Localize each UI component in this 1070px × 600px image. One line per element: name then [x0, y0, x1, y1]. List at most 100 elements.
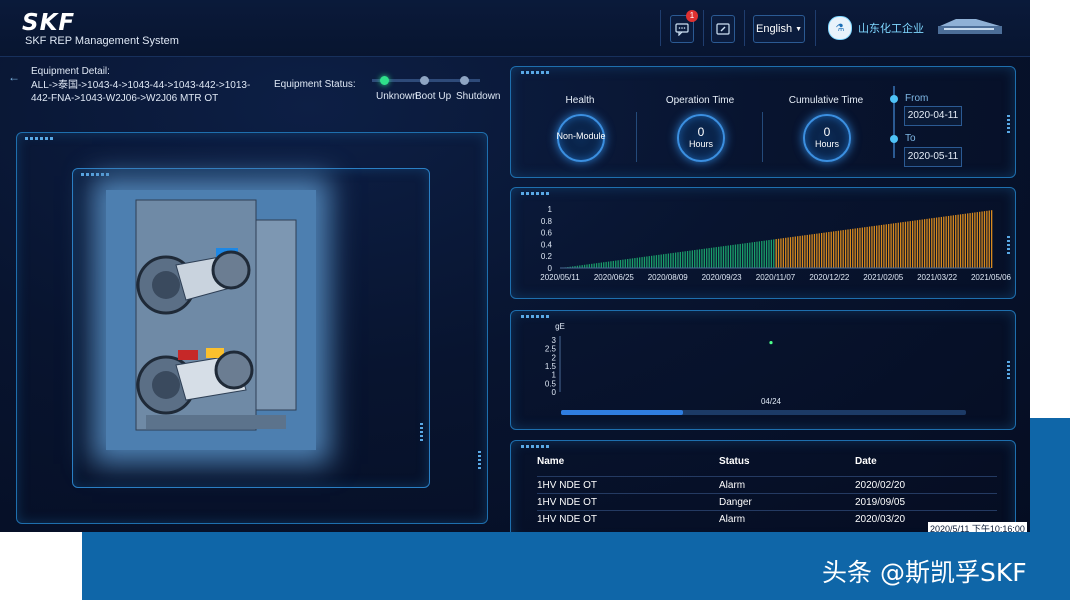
chart-bar-series-2 [902, 222, 904, 268]
equipment-3d-model[interactable] [106, 190, 316, 450]
y-tick-label: 0.6 [541, 229, 553, 238]
chart-bar-series-2 [923, 219, 926, 268]
chart-bar-series-1 [698, 249, 701, 268]
divider [660, 10, 661, 46]
status-dot-bootup [420, 76, 429, 85]
chart-bar-series-2 [856, 228, 859, 268]
edit-icon [716, 23, 730, 35]
panel-decoration [521, 71, 551, 74]
chart-bar-series-2 [959, 214, 962, 268]
chart-bar-series-2 [868, 226, 871, 268]
chart-bar-series-2 [775, 239, 777, 268]
y-axis-title: gE [555, 322, 565, 331]
trend-bar-chart[interactable]: 0 0.2 0.4 0.6 0.8 1 2020/05/11 2020/06/25 2020/0… [510, 187, 1014, 297]
chart-bar-series-1 [677, 252, 679, 268]
notification-badge: 1 [686, 10, 698, 22]
chart-bar-series-2 [849, 229, 852, 268]
chart-bar-series-2 [895, 223, 897, 268]
chart-bar-series-2 [840, 230, 842, 268]
chart-bar-series-1 [643, 256, 646, 268]
panel-decoration [420, 423, 423, 443]
message-button[interactable]: 1 [670, 10, 698, 43]
panel-decoration [478, 451, 481, 471]
cumulative-time-value: 0 [823, 125, 831, 139]
chart-bar-series-2 [955, 214, 957, 268]
chart-bar-series-2 [928, 218, 931, 268]
chart-bar-series-1 [710, 247, 713, 268]
y-tick-label: 2.5 [545, 345, 557, 354]
chart-bar-series-1 [658, 254, 660, 268]
chart-bar-series-1 [655, 255, 658, 268]
chart-bar-series-1 [765, 240, 768, 268]
chart-bar-series-2 [820, 232, 823, 268]
chart-bar-series-1 [653, 255, 655, 268]
chart-bar-series-1 [763, 240, 765, 268]
chart-bar-series-2 [933, 217, 935, 268]
equipment-detail-label: Equipment Detail: [31, 66, 110, 77]
back-arrow-icon[interactable]: ← [8, 70, 20, 84]
chart-bar-series-2 [782, 238, 784, 268]
chart-bar-series-1 [622, 259, 624, 268]
chart-bar-series-2 [911, 220, 914, 268]
chart-bar-series-2 [835, 231, 837, 268]
chart-bar-series-2 [909, 221, 911, 268]
chart-bar-series-1 [603, 262, 605, 268]
chart-bar-series-2 [878, 225, 880, 268]
company-switcher[interactable]: ⚗ 山东化工企业 [828, 16, 924, 40]
chart-bar-series-2 [797, 236, 799, 268]
from-date-input[interactable]: 2020-04-11 [904, 106, 962, 126]
cell-status: Alarm [719, 479, 746, 491]
message-icon [675, 23, 689, 36]
to-date-input[interactable]: 2020-05-11 [904, 147, 962, 167]
y-tick-label: 0.5 [545, 379, 557, 388]
chart-bar-series-1 [588, 264, 591, 268]
chart-bar-series-2 [914, 220, 916, 268]
chart-bar-series-2 [811, 234, 813, 268]
y-tick-label: 0 [548, 264, 553, 273]
chart-bar-series-2 [832, 231, 835, 268]
chart-bar-series-2 [974, 212, 976, 268]
language-select[interactable]: English ▼ [753, 15, 805, 43]
panel-decoration [25, 137, 55, 140]
chart-bar-series-1 [691, 250, 693, 268]
health-gauge: Non-Module [556, 114, 606, 162]
chart-bar-series-1 [636, 257, 638, 268]
chart-bar-series-2 [854, 228, 856, 268]
chart-bar-series-1 [720, 246, 722, 268]
chart-bar-series-1 [737, 244, 739, 268]
chart-bar-series-1 [619, 259, 622, 268]
feedback-button[interactable] [711, 15, 735, 43]
chart-bar-series-1 [672, 252, 674, 268]
chevron-down-icon: ▼ [795, 25, 802, 33]
chart-bar-series-2 [926, 218, 928, 268]
chart-bar-series-2 [890, 223, 892, 268]
chart-bar-series-2 [957, 214, 959, 268]
chart-bar-series-1 [694, 250, 696, 268]
y-tick-label: 0.2 [541, 252, 553, 261]
cumulative-time-gauge: 0 Hours [803, 114, 851, 162]
timeline-scrollbar-thumb[interactable] [561, 410, 683, 415]
operation-time-value: 0 [697, 125, 705, 139]
cell-status: Alarm [719, 513, 746, 525]
chart-bar-series-1 [722, 246, 725, 268]
data-point [769, 341, 773, 345]
table-row[interactable]: 1HV NDE OT Alarm 2020/02/20 [537, 476, 997, 493]
chart-bar-series-1 [648, 256, 650, 268]
chart-bar-series-1 [682, 251, 684, 268]
x-tick-label: 2020/12/22 [809, 273, 850, 282]
table-row[interactable]: 1HV NDE OT Danger 2019/09/05 [537, 493, 997, 510]
chart-bar-series-2 [907, 221, 909, 268]
health-value: Non-Module [556, 131, 606, 141]
chart-bar-series-1 [650, 255, 653, 268]
cell-name: 1HV NDE OT [537, 513, 598, 525]
chart-bar-series-2 [825, 232, 828, 268]
chart-bar-series-1 [629, 258, 631, 268]
timeline-scrollbar[interactable] [561, 410, 966, 415]
chart-bar-series-1 [746, 242, 749, 268]
chart-bar-series-1 [744, 243, 746, 268]
x-tick-label: 2021/03/22 [917, 273, 958, 282]
chart-bar-series-1 [761, 241, 763, 268]
panel-decoration [521, 445, 551, 448]
chart-bar-series-2 [792, 236, 794, 268]
chart-bar-series-2 [804, 235, 806, 268]
